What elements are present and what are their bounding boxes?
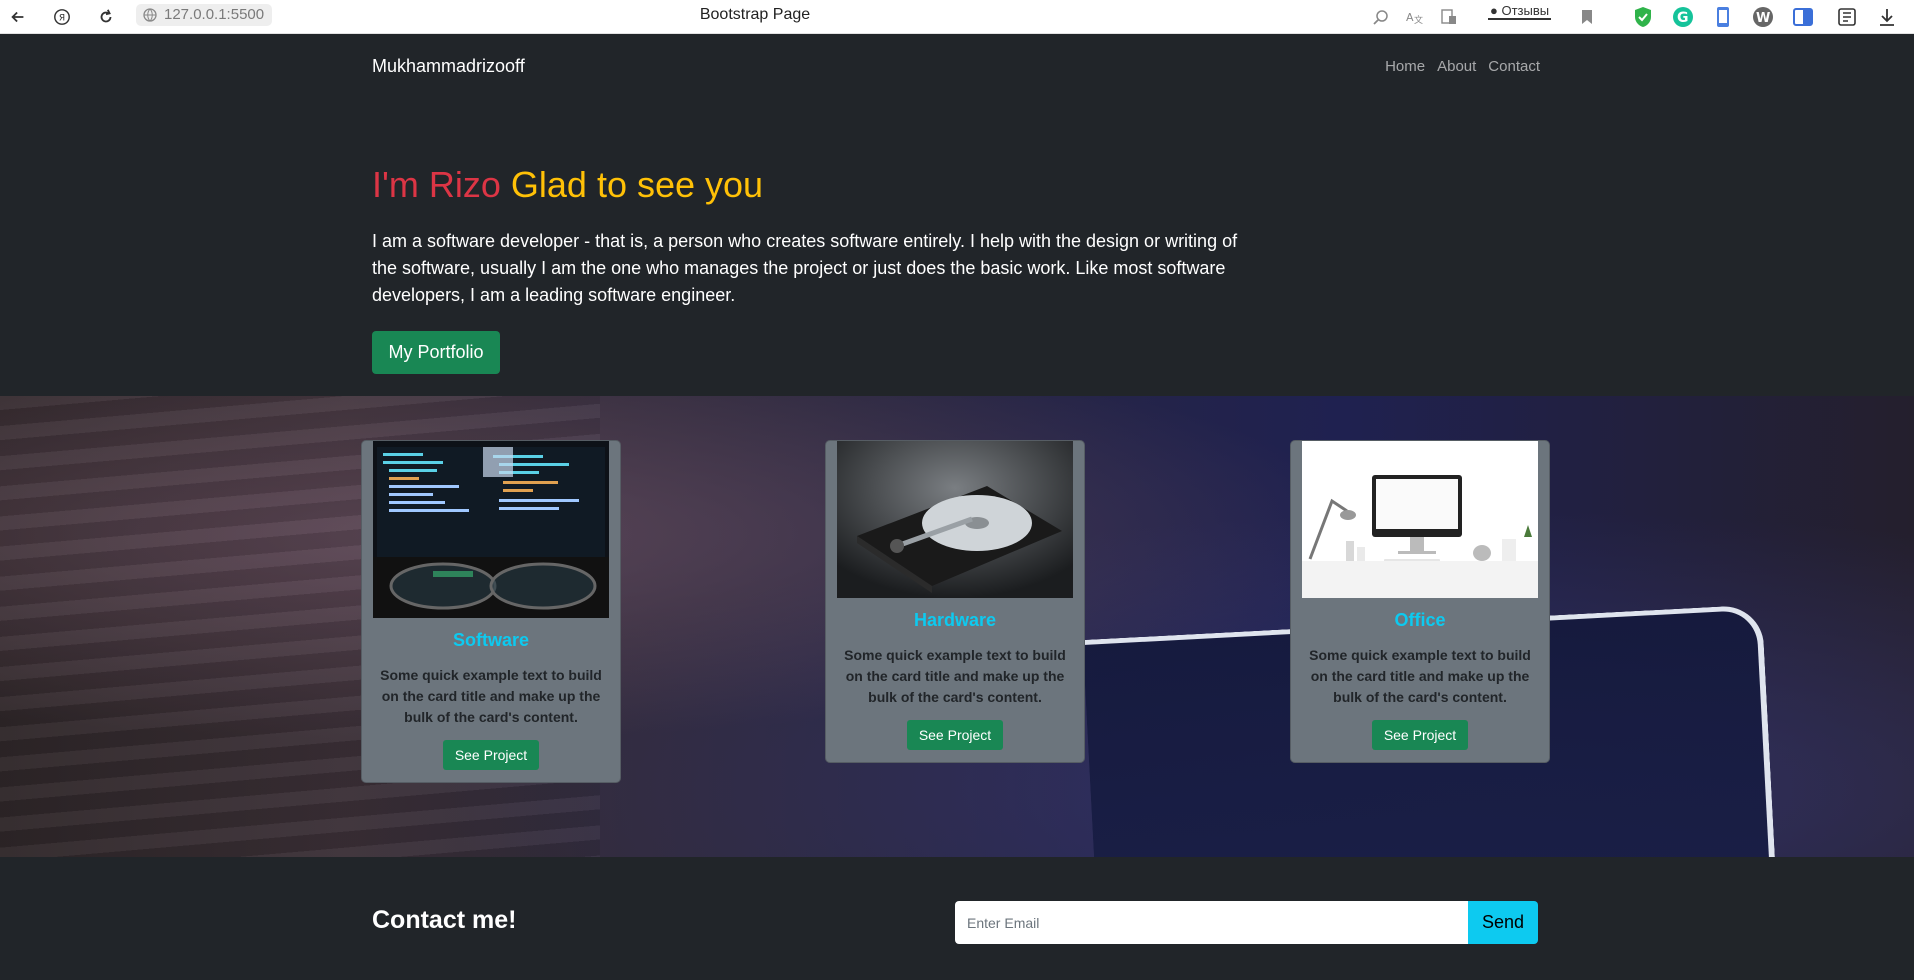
bookmark-icon[interactable] (1574, 4, 1600, 30)
see-project-button[interactable]: See Project (442, 740, 540, 770)
my-portfolio-button[interactable]: My Portfolio (372, 331, 500, 374)
feedback-button[interactable]: ● Отзывы (1488, 3, 1552, 20)
projects-section: Software Some quick example text to buil… (0, 396, 1914, 857)
see-project-button[interactable]: See Project (1371, 720, 1469, 750)
card-text: Some quick example text to build on the … (380, 667, 602, 725)
project-card-office: Office Some quick example text to build … (1290, 440, 1550, 763)
contact-title: Contact me! (372, 906, 517, 934)
svg-text:G: G (1677, 10, 1689, 26)
card-text: Some quick example text to build on the … (844, 647, 1066, 705)
card-title: Hardware (913, 610, 997, 630)
extension-window-icon[interactable] (1790, 4, 1816, 30)
hero-title-name: I'm Rizo (372, 164, 501, 205)
nav-links: Home About Contact (1385, 58, 1540, 75)
email-input[interactable] (955, 901, 1468, 944)
browser-toolbar: Я 127.0.0.1:5500 Bootstrap Page A文 ● Отз… (0, 0, 1914, 34)
navbar-brand[interactable]: Mukhammadrizooff (372, 56, 525, 77)
see-project-button[interactable]: See Project (906, 720, 1004, 750)
search-icon[interactable] (1368, 4, 1394, 30)
hard-drive-image (837, 441, 1073, 598)
tab-title: Bootstrap Page (699, 6, 811, 23)
collections-icon[interactable] (1834, 4, 1860, 30)
project-card-software: Software Some quick example text to buil… (361, 440, 621, 783)
grammarly-icon[interactable]: G (1670, 4, 1696, 30)
navbar: Mukhammadrizooff Home About Contact (0, 34, 1914, 100)
svg-text:文: 文 (1414, 14, 1423, 25)
shield-icon[interactable] (1630, 4, 1656, 30)
hero-description: I am a software developer - that is, a p… (372, 231, 1238, 305)
desk-monitor-image (1302, 441, 1538, 598)
send-button[interactable]: Send (1468, 901, 1538, 944)
nav-link-about[interactable]: About (1437, 58, 1476, 75)
feedback-label: Отзывы (1501, 3, 1550, 18)
extension-phone-icon[interactable] (1710, 4, 1736, 30)
hero-title-greeting: Glad to see you (510, 164, 764, 205)
card-title: Software (452, 630, 530, 650)
chat-bubble-icon: ● (1490, 3, 1498, 18)
hero-title: I'm Rizo Glad to see you (372, 164, 763, 206)
nav-link-home[interactable]: Home (1385, 58, 1425, 75)
wordpress-icon[interactable]: W (1750, 4, 1776, 30)
translate-icon[interactable]: A文 (1402, 4, 1428, 30)
project-card-hardware: Hardware Some quick example text to buil… (825, 440, 1085, 763)
card-title: Office (1394, 610, 1446, 630)
svg-text:W: W (1756, 11, 1770, 26)
download-icon[interactable] (1874, 4, 1900, 30)
code-screen-glasses-image (373, 441, 609, 618)
reader-icon[interactable] (1436, 4, 1462, 30)
card-text: Some quick example text to build on the … (1309, 647, 1531, 705)
nav-link-contact[interactable]: Contact (1488, 58, 1540, 75)
svg-text:A: A (1406, 11, 1414, 24)
